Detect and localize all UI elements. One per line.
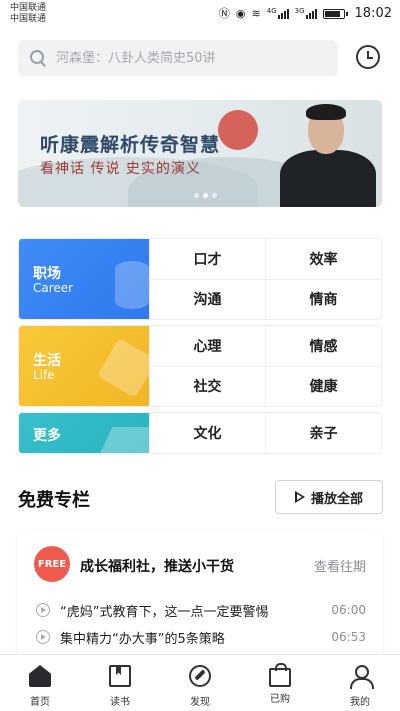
tab-discover[interactable]: 发现 — [160, 655, 240, 711]
tab-label: 首页 — [30, 697, 50, 708]
category-name: 职场 — [33, 266, 61, 282]
compass-icon — [189, 665, 211, 687]
history-link[interactable]: 查看往期 — [314, 556, 366, 575]
tab-home[interactable]: 首页 — [0, 655, 80, 711]
network-label-2: 3G — [294, 7, 305, 15]
banner-dot — [194, 193, 199, 198]
episode-duration: 06:53 — [331, 630, 366, 644]
card-title: 成长福利社，推送小干货 — [80, 559, 234, 575]
home-content: 听康震解析传奇智慧 看神话 传说 史实的演义 职场 Career 口才 效率 沟… — [0, 90, 400, 654]
banner-sun-decoration — [218, 110, 258, 150]
category-item-eq[interactable]: 情商 — [265, 279, 381, 319]
category-item-psychology[interactable]: 心理 — [149, 326, 265, 367]
search-bar[interactable] — [18, 40, 338, 76]
status-icons: Ⓝ ◉ ≋ 4G 3G 18:02 — [219, 6, 392, 21]
category-items: 口才 效率 沟通 情商 — [149, 239, 381, 319]
episode-duration: 06:00 — [331, 603, 366, 617]
banner-subtitle: 看神话 传说 史实的演义 — [40, 161, 201, 177]
category-name: 生活 — [33, 353, 61, 369]
free-column-card[interactable]: FREE 成长福利社，推送小干货 查看往期 “虎妈”式教育下，这一点一定要警惕 … — [18, 530, 382, 654]
category-items: 心理 情感 社交 健康 — [149, 326, 381, 406]
play-all-button[interactable]: 播放全部 — [275, 480, 383, 514]
tab-purchased[interactable]: 已购 — [240, 655, 320, 711]
category-item-culture[interactable]: 文化 — [149, 413, 265, 453]
category-tile-life[interactable]: 生活 Life — [19, 326, 149, 406]
episode-item[interactable]: “虎妈”式教育下，这一点一定要警惕 06:00 — [36, 600, 366, 620]
free-badge: FREE — [34, 546, 70, 582]
home-icon — [29, 665, 51, 687]
cylinder-decoration — [115, 261, 149, 309]
category-english-name: Career — [33, 281, 74, 295]
banner-dot-active — [203, 193, 208, 198]
eye-icon: ◉ — [235, 6, 246, 20]
bag-icon — [269, 663, 291, 687]
category-name: 更多 — [33, 428, 61, 444]
book-icon — [109, 665, 131, 687]
play-circle-icon — [36, 630, 50, 644]
clock-icon[interactable] — [356, 45, 380, 69]
category-item-social[interactable]: 社交 — [149, 366, 265, 406]
category-item-health[interactable]: 健康 — [265, 366, 381, 406]
category-items: 文化 亲子 — [149, 413, 381, 453]
tab-profile[interactable]: 我的 — [320, 655, 400, 711]
nfc-icon: Ⓝ — [218, 6, 230, 20]
parallelogram-decoration — [93, 427, 149, 453]
category-row-more: 更多 文化 亲子 — [18, 412, 382, 454]
top-header — [0, 28, 400, 90]
category-item-efficiency[interactable]: 效率 — [265, 239, 381, 280]
tab-reading[interactable]: 读书 — [80, 655, 160, 711]
status-bar: 中国联通 中国联通 Ⓝ ◉ ≋ 4G 3G 18:02 — [0, 0, 400, 28]
category-tile-career[interactable]: 职场 Career — [19, 239, 149, 319]
category-tile-more[interactable]: 更多 — [19, 413, 149, 453]
episode-title: 集中精力“办大事”的5条策略 — [60, 631, 225, 647]
user-icon — [349, 665, 374, 689]
promo-banner[interactable]: 听康震解析传奇智慧 看神话 传说 史实的演义 — [18, 100, 382, 207]
category-item-parenting[interactable]: 亲子 — [265, 413, 381, 453]
banner-speaker-photo — [272, 100, 382, 207]
bottom-tab-bar: 首页 读书 发现 已购 我的 — [0, 654, 400, 711]
category-english-name: Life — [33, 368, 55, 382]
status-time: 18:02 — [354, 6, 392, 21]
battery-icon — [322, 8, 348, 19]
battery-level — [324, 10, 340, 17]
play-icon — [294, 491, 305, 503]
category-row-life: 生活 Life 心理 情感 社交 健康 — [18, 325, 382, 407]
network-label-1: 4G — [266, 7, 277, 15]
category-row-career: 职场 Career 口才 效率 沟通 情商 — [18, 238, 382, 320]
search-input[interactable] — [56, 50, 316, 66]
wifi-icon: ≋ — [251, 6, 261, 20]
hexagon-decoration — [96, 337, 149, 399]
tab-label: 读书 — [110, 697, 130, 708]
search-icon — [30, 50, 46, 66]
tab-label: 发现 — [190, 697, 210, 708]
signal-icon-2: 3G — [295, 8, 317, 19]
banner-dot — [212, 193, 217, 198]
category-item-eloquence[interactable]: 口才 — [149, 239, 265, 280]
category-item-communication[interactable]: 沟通 — [149, 279, 265, 319]
section-title-free: 免费专栏 — [18, 490, 90, 511]
carrier-label-1: 中国联通 — [10, 3, 47, 13]
episode-item[interactable]: 集中精力“办大事”的5条策略 06:53 — [36, 627, 366, 647]
play-all-label: 播放全部 — [310, 491, 363, 507]
signal-icon-1: 4G — [267, 8, 289, 19]
tab-label: 已购 — [270, 694, 290, 705]
category-item-emotion[interactable]: 情感 — [265, 326, 381, 367]
banner-title: 听康震解析传奇智慧 — [40, 134, 221, 156]
tab-label: 我的 — [350, 697, 370, 708]
episode-title: “虎妈”式教育下，这一点一定要警惕 — [60, 604, 269, 620]
banner-page-indicator — [194, 193, 217, 198]
carrier-label-2: 中国联通 — [10, 14, 47, 24]
play-circle-icon — [36, 603, 50, 617]
